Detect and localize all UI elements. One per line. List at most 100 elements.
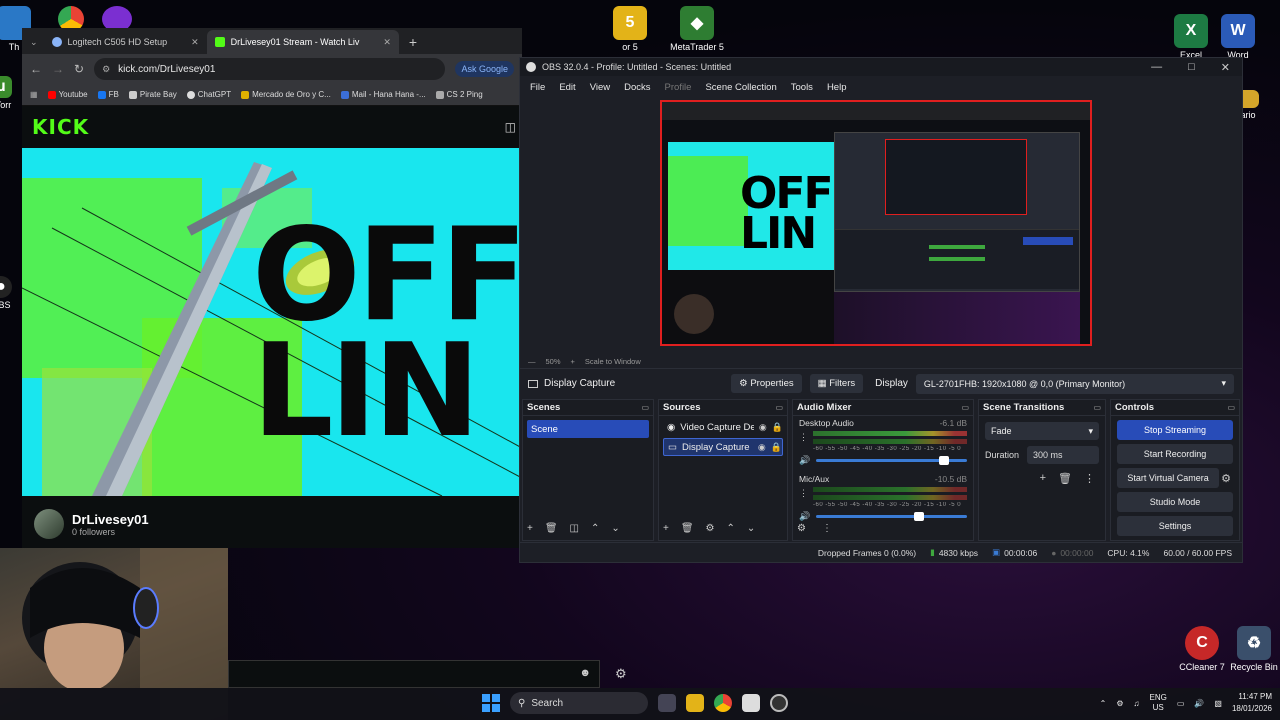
tray-chevron-up-icon[interactable]: ⌃ (1100, 699, 1107, 708)
channel-name[interactable]: DrLivesey01 (72, 512, 149, 527)
taskbar-search[interactable]: ⚲ Search (510, 692, 648, 714)
apps-grid-icon[interactable]: ▦ (30, 90, 38, 99)
bookmark-cs2[interactable]: CS 2 Ping (435, 90, 483, 99)
language-indicator[interactable]: ENG US (1150, 693, 1167, 713)
new-tab-button[interactable]: + (399, 34, 417, 54)
remove-scene-icon[interactable]: 🗑 (545, 523, 558, 534)
scene-item[interactable]: Scene (527, 420, 649, 438)
remove-source-icon[interactable]: 🗑 (681, 523, 694, 534)
properties-button[interactable]: ⚙ Properties (731, 374, 802, 393)
chat-input[interactable]: ☻ (228, 660, 600, 688)
add-scene-icon[interactable]: + (527, 523, 533, 534)
volume-slider[interactable] (816, 456, 967, 465)
move-down-icon[interactable]: ⌄ (747, 523, 755, 534)
back-icon[interactable]: ← (30, 62, 42, 76)
display-select[interactable]: GL-2701FHB: 1920x1080 @ 0,0 (Primary Mon… (915, 373, 1234, 394)
reload-icon[interactable]: ↻ (74, 62, 84, 76)
tray-audio-icon[interactable]: ♫ (1134, 699, 1140, 708)
desktop-icon-word[interactable]: W Word (1206, 14, 1270, 60)
scene-filters-icon[interactable]: ◫ (570, 523, 579, 534)
bookmark-chatgpt[interactable]: ChatGPT (186, 90, 231, 99)
undock-icon[interactable]: ▭ (1093, 403, 1101, 412)
maximize-icon[interactable]: □ (1188, 61, 1195, 74)
advanced-audio-icon[interactable]: ⚙ (797, 523, 806, 534)
menu-edit[interactable]: Edit (559, 82, 575, 93)
close-icon[interactable]: ✕ (1221, 61, 1230, 74)
kick-logo[interactable]: KICK (32, 115, 89, 139)
undock-icon[interactable]: ▭ (641, 403, 649, 412)
menu-tools[interactable]: Tools (791, 82, 813, 93)
notepad-icon[interactable] (742, 694, 760, 712)
studio-mode-button[interactable]: Studio Mode (1117, 492, 1233, 512)
move-down-icon[interactable]: ⌄ (611, 523, 619, 534)
undock-icon[interactable]: ▭ (1227, 403, 1235, 412)
menu-profile[interactable]: Profile (665, 82, 692, 93)
desktop-icon-metatrader[interactable]: ◆ MetaTrader 5 (665, 6, 729, 52)
close-tab-icon[interactable]: ✕ (383, 37, 391, 48)
settings-button[interactable]: Settings (1117, 516, 1233, 536)
bookmark-mercado[interactable]: Mercado de Oro y C... (241, 90, 331, 99)
remove-transition-icon[interactable]: 🗑 (1058, 472, 1072, 485)
source-item-video-capture[interactable]: ◉ Video Capture De ◉ 🔒 (663, 418, 783, 436)
lock-icon[interactable]: 🔒 (772, 422, 783, 433)
visibility-eye-icon[interactable]: ◉ (758, 442, 766, 453)
undock-icon[interactable]: ▭ (961, 403, 969, 412)
undock-icon[interactable]: ▭ (775, 403, 783, 412)
menu-scene-collection[interactable]: Scene Collection (705, 82, 776, 93)
scale-to-window-button[interactable]: Scale to Window (585, 357, 641, 366)
menu-help[interactable]: Help (827, 82, 847, 93)
visibility-eye-icon[interactable]: ◉ (759, 422, 767, 433)
task-view-icon[interactable] (658, 694, 676, 712)
preview-canvas[interactable]: OFF LIN (660, 100, 1092, 346)
emoji-icon[interactable]: ☻ (579, 667, 591, 679)
desktop-icon-app5[interactable]: 5 or 5 (598, 6, 662, 52)
mixer-menu-icon[interactable]: ⋮ (822, 523, 832, 534)
bookmark-pirate-bay[interactable]: Pirate Bay (128, 90, 177, 99)
start-button-windows-icon[interactable] (482, 694, 500, 712)
channel-menu-icon[interactable]: ⋮ (799, 488, 809, 499)
transition-select[interactable]: Fade ▾ (985, 422, 1099, 440)
add-transition-icon[interactable]: + (1040, 472, 1046, 485)
move-up-icon[interactable]: ⌃ (591, 523, 599, 534)
clock[interactable]: 11:47 PM 18/01/2026 (1232, 691, 1272, 715)
theater-mode-icon[interactable]: ◫ (505, 120, 516, 134)
desktop-icon-recycle-bin[interactable]: ♻ Recycle Bin (1222, 626, 1280, 672)
chat-settings-gear-icon[interactable]: ⚙ (615, 666, 627, 682)
zoom-in-button[interactable]: + (571, 357, 575, 366)
virtual-camera-settings-gear-icon[interactable]: ⚙ (1221, 472, 1231, 485)
bookmark-mail[interactable]: Mail - Hana Hana -... (340, 90, 426, 99)
battery-icon[interactable]: ▧ (1214, 699, 1222, 708)
tray-app-icon[interactable]: ⚙ (1116, 699, 1123, 708)
lock-icon[interactable]: 🔒 (771, 442, 782, 453)
channel-menu-icon[interactable]: ⋮ (799, 432, 809, 443)
add-source-icon[interactable]: + (663, 523, 669, 534)
obs-taskbar-icon[interactable] (770, 694, 788, 712)
start-recording-button[interactable]: Start Recording (1117, 444, 1233, 464)
preview-area[interactable]: OFF LIN (520, 98, 1242, 354)
network-icon[interactable]: ▭ (1177, 699, 1185, 708)
filters-button[interactable]: ▦ Filters (809, 374, 864, 393)
speaker-icon[interactable]: 🔊 (799, 455, 810, 466)
menu-file[interactable]: File (530, 82, 545, 93)
menu-view[interactable]: View (590, 82, 610, 93)
bookmark-fb[interactable]: FB (97, 90, 119, 99)
source-item-display-capture[interactable]: ▭ Display Capture ◉ 🔒 (663, 438, 783, 456)
menu-docks[interactable]: Docks (624, 82, 650, 93)
minimize-icon[interactable]: — (1151, 61, 1162, 74)
stop-streaming-button[interactable]: Stop Streaming (1117, 420, 1233, 440)
tab-list-chevron-icon[interactable]: ⌄ (28, 37, 44, 54)
close-tab-icon[interactable]: ✕ (191, 37, 199, 48)
forward-icon[interactable]: → (52, 62, 64, 76)
bookmark-youtube[interactable]: Youtube (47, 90, 88, 99)
tab-logitech[interactable]: Logitech C505 HD Setup ✕ (44, 30, 207, 54)
duration-spinbox[interactable]: 300 ms (1027, 446, 1099, 464)
zoom-out-button[interactable]: — (528, 357, 536, 366)
start-virtual-camera-button[interactable]: Start Virtual Camera (1117, 468, 1220, 488)
url-field[interactable]: ⚙ kick.com/DrLivesey01 (94, 58, 446, 80)
tab-kick[interactable]: DrLivesey01 Stream - Watch Liv ✕ (206, 30, 399, 54)
move-up-icon[interactable]: ⌃ (727, 523, 735, 534)
transition-menu-icon[interactable]: ⋮ (1084, 472, 1095, 485)
source-properties-gear-icon[interactable]: ⚙ (706, 523, 715, 534)
speaker-icon[interactable]: 🔊 (1194, 699, 1204, 708)
site-info-icon[interactable]: ⚙ (102, 64, 110, 75)
